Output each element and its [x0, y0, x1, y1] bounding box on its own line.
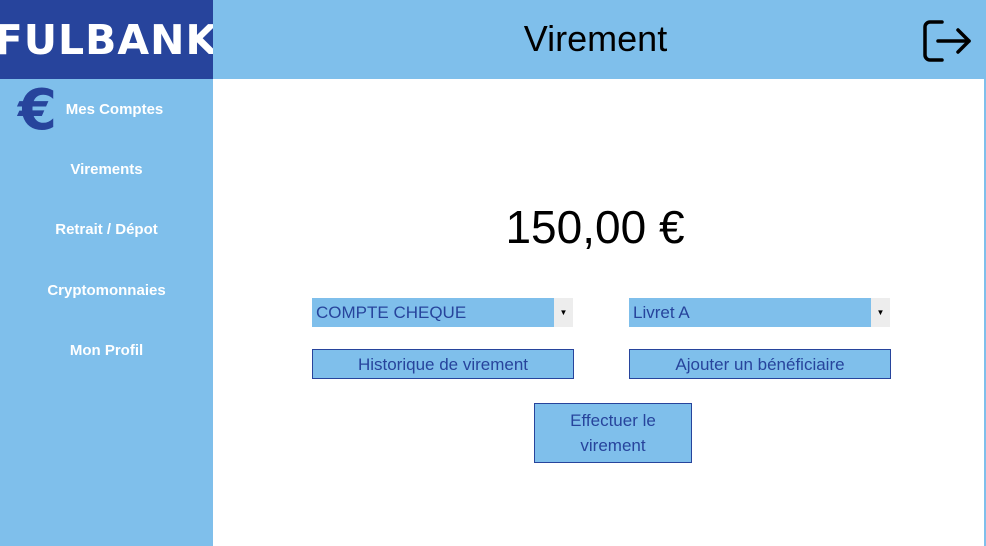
logo: FULBANK — [0, 0, 217, 79]
chevron-down-icon[interactable]: ▼ — [871, 298, 890, 327]
sidebar: € Mes Comptes Virements Retrait / Dépot … — [0, 79, 213, 546]
sidebar-item-mes-comptes[interactable]: Mes Comptes — [8, 101, 221, 118]
transfer-amount: 150,00 € — [505, 201, 685, 253]
chevron-down-icon[interactable]: ▼ — [554, 298, 573, 327]
sidebar-item-cryptomonnaies[interactable]: Cryptomonnaies — [0, 282, 213, 299]
history-button[interactable]: Historique de virement — [312, 349, 574, 379]
to-account-value: Livret A — [633, 302, 690, 322]
submit-transfer-button[interactable]: Effectuer le virement — [534, 403, 692, 463]
sidebar-item-mon-profil[interactable]: Mon Profil — [0, 342, 213, 359]
page-title: Virement — [523, 18, 668, 59]
sidebar-item-retrait-depot[interactable]: Retrait / Dépot — [0, 221, 213, 238]
to-account-select[interactable]: Livret A ▼ — [629, 298, 890, 327]
header-bar: Virement — [213, 0, 986, 79]
add-beneficiary-button[interactable]: Ajouter un bénéficiaire — [629, 349, 891, 379]
logout-icon[interactable] — [920, 16, 974, 66]
sidebar-item-virements[interactable]: Virements — [0, 161, 213, 178]
from-account-value: COMPTE CHEQUE — [316, 302, 467, 322]
logo-text: FULBANK — [0, 15, 219, 64]
from-account-select[interactable]: COMPTE CHEQUE ▼ — [312, 298, 573, 327]
